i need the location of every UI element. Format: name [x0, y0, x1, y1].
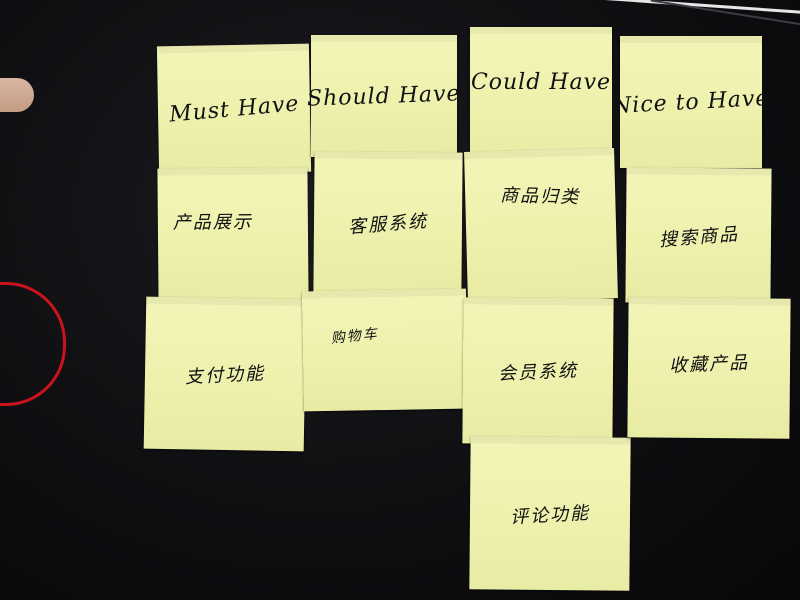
red-cable: [0, 282, 66, 406]
note-label: 购物车: [330, 326, 380, 347]
note-label: 搜索商品: [657, 223, 740, 251]
note-label: 支付功能: [184, 362, 266, 389]
note-could-have: Could Have: [470, 27, 612, 167]
note-label: Must Have: [167, 90, 301, 128]
note-label: Nice to Have: [611, 85, 771, 119]
note-label: 会员系统: [497, 360, 579, 385]
note-nice-to-have: Nice to Have: [612, 36, 770, 168]
note-label: 收藏产品: [668, 352, 750, 377]
note-label: 评论功能: [509, 502, 591, 528]
note-label: Could Have: [470, 69, 612, 95]
photo-scene: Must Have 产品展示 支付功能 Should Have 客服系统 购物车…: [0, 0, 800, 600]
note-product-category: 商品归类: [464, 148, 618, 302]
note-membership: 会员系统: [462, 297, 614, 445]
note-product-display: 产品展示: [157, 167, 309, 304]
note-should-have: Should Have: [307, 35, 461, 157]
note-payment: 支付功能: [143, 296, 307, 452]
dark-cable: [650, 0, 800, 27]
note-customer-service: 客服系统: [313, 151, 463, 295]
note-favorite-products: 收藏产品: [627, 297, 791, 439]
note-label: Should Have: [306, 80, 462, 112]
note-label: 商品归类: [499, 184, 581, 209]
note-label: 产品展示: [172, 211, 253, 234]
finger: [0, 78, 34, 112]
note-label: 客服系统: [347, 210, 429, 239]
note-must-have: Must Have: [156, 43, 312, 175]
note-search-products: 搜索商品: [625, 167, 772, 304]
note-shopping-cart: 购物车: [301, 288, 469, 412]
note-comments: 评论功能: [469, 436, 631, 591]
